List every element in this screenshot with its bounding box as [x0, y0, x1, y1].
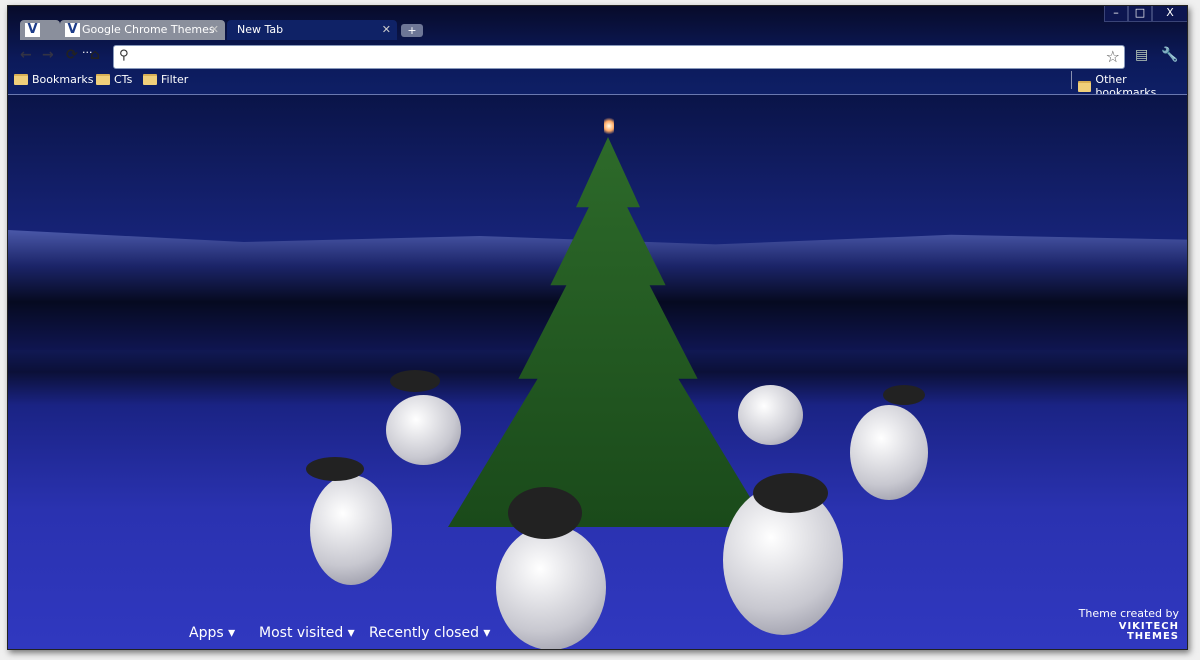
back-icon[interactable]: ←: [20, 47, 32, 63]
bookmark-folder[interactable]: Bookmarks: [14, 73, 93, 86]
folder-icon: [1078, 80, 1092, 92]
bookmark-folder[interactable]: Filter: [143, 73, 188, 86]
recently-closed-menu[interactable]: Recently closed ▾: [369, 625, 490, 641]
search-icon: ⚲: [119, 48, 129, 63]
close-tab-icon[interactable]: ✕: [382, 20, 391, 40]
snowman: [386, 395, 461, 465]
vikitech-logo: VIKITECH THEMES: [1118, 621, 1179, 642]
home-icon[interactable]: ⌂: [90, 47, 100, 63]
bookmark-separator: [1071, 71, 1072, 89]
folder-icon: [96, 74, 110, 85]
bookmark-folder[interactable]: CTs: [96, 73, 132, 86]
new-tab-button[interactable]: +: [401, 24, 423, 37]
reload-icon[interactable]: ⟳: [66, 47, 78, 63]
forward-icon[interactable]: →: [42, 47, 54, 63]
close-tab-icon[interactable]: ✕: [210, 20, 219, 40]
close-window-button[interactable]: X: [1152, 6, 1187, 22]
apps-menu[interactable]: Apps ▾: [189, 625, 235, 641]
vikitech-favicon-icon: V: [65, 23, 80, 37]
snowman: [496, 525, 606, 649]
credit-text: Theme created by: [1078, 607, 1179, 620]
snowman: [310, 475, 392, 585]
snowman: [850, 405, 928, 500]
maximize-button[interactable]: □: [1128, 6, 1152, 22]
vikitech-favicon-icon: V: [25, 23, 40, 37]
tab-chrome-themes[interactable]: V Google Chrome Themes ... ✕: [60, 20, 225, 56]
tab-title: New Tab: [237, 23, 284, 36]
tab-pinned[interactable]: V: [20, 20, 60, 40]
candle-glow: [604, 115, 614, 137]
omnibox[interactable]: ⚲ ☆: [113, 45, 1125, 69]
bookmark-label: Filter: [161, 73, 189, 86]
most-visited-menu[interactable]: Most visited ▾: [259, 625, 355, 641]
folder-icon: [143, 74, 157, 85]
bookmark-label: CTs: [114, 73, 133, 86]
tab-new-tab[interactable]: New Tab ✕: [227, 20, 397, 40]
page-menu-icon[interactable]: ▤: [1135, 47, 1148, 63]
snowman: [738, 385, 803, 445]
theme-background: Apps ▾ Most visited ▾ Recently closed ▾ …: [8, 94, 1187, 649]
theme-credit[interactable]: Theme created by VIKITECH THEMES: [1079, 607, 1179, 642]
star-icon[interactable]: ☆: [1106, 47, 1120, 66]
omnibox-input[interactable]: [138, 49, 1098, 65]
minimize-button[interactable]: –: [1104, 6, 1128, 22]
browser-window: V V Google Chrome Themes ... ✕ New Tab ✕ + …: [7, 5, 1188, 650]
browser-frame: V V Google Chrome Themes ... ✕ New Tab ✕ + …: [8, 6, 1187, 99]
folder-icon: [14, 74, 28, 85]
wrench-icon[interactable]: 🔧: [1161, 47, 1178, 63]
bookmark-label: Bookmarks: [32, 73, 94, 86]
